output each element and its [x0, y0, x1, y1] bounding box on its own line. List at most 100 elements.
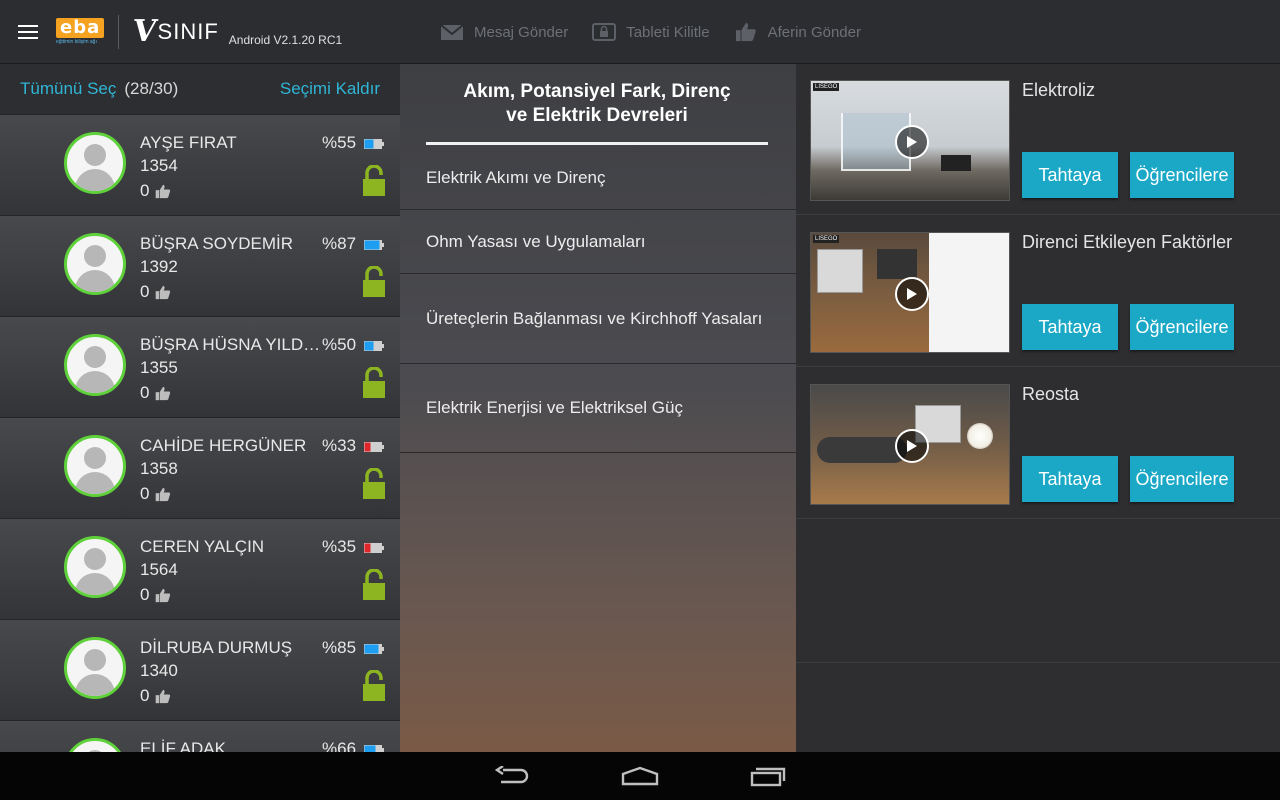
topic-item[interactable]: Elektrik Enerjisi ve Elektriksel Güç: [400, 364, 796, 453]
likes-count: 0: [140, 585, 150, 604]
back-button[interactable]: [472, 752, 552, 800]
video-thumbnail[interactable]: LISEGO: [810, 232, 1010, 353]
video-item: Reosta Tahtaya Öğrencilere: [796, 368, 1280, 519]
avatar: [64, 536, 126, 598]
lock-icon[interactable]: [362, 367, 386, 399]
send-to-board-button[interactable]: Tahtaya: [1022, 456, 1118, 502]
clear-selection-button[interactable]: Seçimi Kaldır: [280, 79, 380, 99]
student-row[interactable]: ELİF ADAK %66: [0, 720, 400, 752]
thumbs-up-icon: [156, 184, 171, 198]
send-praise-label: Aferin Gönder: [767, 23, 861, 41]
student-name: ELİF ADAK: [140, 739, 226, 752]
student-list: AYŞE FIRAT 1354 0 %55 BÜŞRA SOYDEMİR 1392 0 %87…: [0, 114, 400, 752]
video-thumbnail[interactable]: [810, 384, 1010, 505]
video-title: Direnci Etkileyen Faktörler: [1022, 232, 1233, 252]
lock-icon[interactable]: [362, 266, 386, 298]
battery-percent: %50: [322, 335, 357, 354]
topic-item[interactable]: Ohm Yasası ve Uygulamaları: [400, 210, 796, 274]
system-navigation-bar: [0, 752, 1280, 800]
battery-percent: %85: [322, 638, 357, 657]
list-divider: [796, 662, 1280, 663]
send-to-board-button[interactable]: Tahtaya: [1022, 304, 1118, 350]
battery-percent: %35: [322, 537, 357, 556]
likes-count: 0: [140, 484, 150, 503]
send-praise-button[interactable]: Aferin Gönder: [734, 22, 861, 42]
home-button[interactable]: [600, 752, 680, 800]
student-row[interactable]: BÜŞRA SOYDEMİR 1392 0 %87: [0, 215, 400, 316]
student-likes: 0: [140, 181, 171, 201]
thumbs-up-icon: [156, 285, 171, 299]
lock-icon[interactable]: [362, 670, 386, 702]
student-name: CAHİDE HERGÜNER: [140, 436, 307, 455]
unit-title-line1: Akım, Potansiyel Fark, Direnç: [463, 81, 731, 102]
logo-divider: [118, 14, 120, 49]
select-all-button[interactable]: Tümünü Seç: [20, 79, 116, 99]
send-to-students-button[interactable]: Öğrencilere: [1130, 304, 1234, 350]
student-row[interactable]: CAHİDE HERGÜNER 1358 0 %33: [0, 417, 400, 518]
play-icon[interactable]: [895, 277, 929, 311]
lock-icon[interactable]: [362, 165, 386, 197]
student-name: BÜŞRA SOYDEMİR: [140, 234, 294, 253]
likes-count: 0: [140, 282, 150, 301]
topic-item[interactable]: Üreteçlerin Bağlanması ve Kirchhoff Yasa…: [400, 274, 796, 364]
student-row[interactable]: AYŞE FIRAT 1354 0 %55: [0, 114, 400, 215]
thumbs-up-icon: [156, 487, 171, 501]
students-panel: Tümünü Seç (28/30) Seçimi Kaldır AYŞE FI…: [0, 64, 400, 752]
thumbnail-badge: LISEGO: [813, 83, 840, 91]
student-name: AYŞE FIRAT: [140, 133, 237, 152]
send-message-button[interactable]: Mesaj Gönder: [440, 22, 568, 42]
avatar: [64, 738, 126, 752]
brand-name: SINIF: [157, 18, 219, 44]
battery-icon: [364, 442, 384, 452]
video-title: Reosta: [1022, 384, 1080, 404]
recent-apps-button[interactable]: [728, 752, 808, 800]
student-likes: 0: [140, 686, 171, 706]
student-likes: 0: [140, 383, 171, 403]
light-bulb-illustration: [967, 423, 993, 449]
battery-percent: %55: [322, 133, 357, 152]
power-supply-illustration: [817, 249, 863, 293]
student-name: DİLRUBA DURMUŞ: [140, 638, 293, 657]
tablet-lock-icon: [592, 23, 617, 41]
topic-item[interactable]: Elektrik Akımı ve Direnç: [400, 146, 796, 210]
thumbs-up-icon: [156, 689, 171, 703]
likes-count: 0: [140, 686, 150, 705]
send-to-students-button[interactable]: Öğrencilere: [1130, 152, 1234, 198]
battery-percent: %33: [322, 436, 357, 455]
back-icon: [495, 766, 529, 784]
selected-count: (28/30): [124, 79, 179, 98]
multimeter-illustration: [877, 249, 917, 279]
video-thumbnail[interactable]: LISEGO: [810, 80, 1010, 201]
app-bar: eba eğitimin bilişim ağı V SINIF Android…: [0, 0, 1280, 64]
eba-logo: eba eğitimin bilişim ağı: [56, 18, 105, 45]
thumbnail-badge: LISEGO: [813, 235, 840, 243]
avatar: [64, 233, 126, 295]
menu-button[interactable]: [0, 0, 56, 64]
lock-icon[interactable]: [362, 468, 386, 500]
unit-title-line2: ve Elektrik Devreleri: [506, 105, 688, 126]
vsinif-logo: V SINIF: [131, 14, 219, 49]
avatar: [64, 334, 126, 396]
student-number: 1340: [140, 661, 178, 680]
top-actions: Mesaj Gönder Tableti Kilitle Aferin Gönd…: [440, 0, 885, 64]
student-number: 1392: [140, 257, 178, 276]
video-item: LISEGO Elektroliz Tahtaya Öğrencilere: [796, 64, 1280, 215]
student-row[interactable]: CEREN YALÇIN 1564 0 %35: [0, 518, 400, 619]
play-icon[interactable]: [895, 125, 929, 159]
student-row[interactable]: BÜŞRA HÜSNA YILDI... 1355 0 %50: [0, 316, 400, 417]
battery-percent: %66: [322, 739, 357, 752]
lock-tablet-button[interactable]: Tableti Kilitle: [592, 22, 710, 42]
thumbs-up-icon: [156, 588, 171, 602]
avatar: [64, 132, 126, 194]
send-to-board-button[interactable]: Tahtaya: [1022, 152, 1118, 198]
student-row[interactable]: DİLRUBA DURMUŞ 1340 0 %85: [0, 619, 400, 720]
send-to-students-button[interactable]: Öğrencilere: [1130, 456, 1234, 502]
battery-icon: [364, 543, 384, 553]
play-icon[interactable]: [895, 429, 929, 463]
battery-icon: [364, 341, 384, 351]
topic-label: Üreteçlerin Bağlanması ve Kirchhoff Yasa…: [426, 308, 763, 328]
topics-panel: Akım, Potansiyel Fark, Direnç ve Elektri…: [400, 64, 796, 752]
student-number: 1358: [140, 459, 178, 478]
lock-icon[interactable]: [362, 569, 386, 601]
battery-icon: [364, 745, 384, 752]
